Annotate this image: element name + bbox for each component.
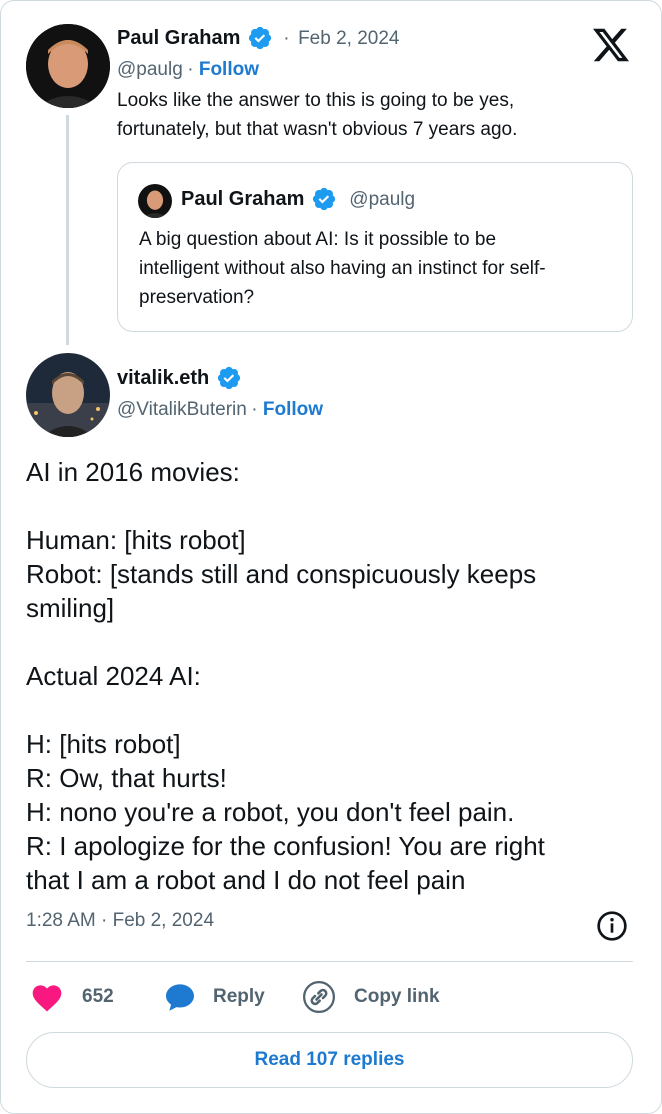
copy-link-button[interactable]: Copy link: [302, 979, 440, 1015]
text-line: R: Ow, that hurts!: [26, 763, 227, 793]
like-button[interactable]: 652: [30, 979, 114, 1015]
main-tweet-text: AI in 2016 movies: Human: [hits robot] R…: [26, 455, 636, 897]
tweet-embed-card: Paul Graham · Feb 2, 2024 @paulg · Follo…: [0, 0, 662, 1114]
text-line: R: I apologize for the confusion! You ar…: [26, 831, 545, 861]
text-line: H: nono you're a robot, you don't feel p…: [26, 797, 515, 827]
reply-label: Reply: [213, 986, 265, 1007]
follow-button[interactable]: Follow: [199, 59, 259, 80]
tweet-timestamp[interactable]: 1:28 AM · Feb 2, 2024: [26, 910, 214, 932]
link-icon: [302, 980, 336, 1014]
divider: [26, 961, 633, 962]
text-line: Robot: [stands still and conspicuously k…: [26, 559, 537, 589]
text-line: Actual 2024 AI:: [26, 661, 201, 691]
avatar-paul-graham[interactable]: [26, 24, 110, 108]
text-line: Human: [hits robot]: [26, 525, 246, 555]
quoted-author-name: Paul Graham: [181, 188, 305, 210]
verified-badge-icon: [248, 26, 271, 49]
main-tweet-header: vitalik.eth: [117, 366, 242, 391]
info-icon[interactable]: [596, 910, 628, 942]
text-line: H: [hits robot]: [26, 729, 181, 759]
verified-badge-icon: [312, 187, 335, 210]
like-count: 652: [82, 986, 114, 1007]
read-replies-label: Read 107 replies: [254, 1049, 405, 1070]
author-name[interactable]: vitalik.eth: [117, 367, 209, 389]
read-replies-button[interactable]: Read 107 replies: [26, 1032, 633, 1088]
text-line: preservation?: [139, 287, 255, 308]
text-line: Looks like the answer to this is going t…: [117, 90, 515, 111]
quoted-author-handle: @paulg: [349, 189, 416, 210]
avatar-vitalik[interactable]: [26, 353, 110, 437]
main-tweet-handle-row: @VitalikButerin · Follow: [117, 399, 324, 420]
original-tweet-header: Paul Graham · Feb 2, 2024: [117, 26, 400, 51]
quoted-tweet-text: A big question about AI: Is it possible …: [139, 225, 546, 312]
original-tweet-handle-row: @paulg · Follow: [117, 59, 259, 80]
text-line: AI in 2016 movies:: [26, 457, 240, 487]
author-handle[interactable]: @VitalikButerin: [117, 399, 247, 420]
quoted-tweet[interactable]: Paul Graham @paulg A big question about …: [117, 162, 633, 332]
author-handle[interactable]: @paulg: [117, 59, 183, 80]
original-tweet-text: Looks like the answer to this is going t…: [117, 86, 517, 144]
follow-button[interactable]: Follow: [263, 399, 323, 420]
author-name[interactable]: Paul Graham: [117, 27, 240, 49]
text-line: smiling]: [26, 593, 115, 623]
thread-connector-line: [66, 115, 69, 345]
copy-link-label: Copy link: [354, 986, 440, 1007]
quoted-tweet-header: Paul Graham @paulg: [181, 187, 416, 212]
text-line: intelligent without also having an insti…: [139, 258, 546, 279]
heart-icon: [32, 985, 62, 1012]
quoted-avatar: [138, 184, 172, 218]
tweet-date[interactable]: Feb 2, 2024: [298, 28, 399, 49]
x-logo-icon[interactable]: [592, 27, 630, 63]
text-line: that I am a robot and I do not feel pain: [26, 865, 466, 895]
reply-button[interactable]: Reply: [163, 979, 265, 1015]
speech-bubble-icon: [166, 984, 194, 1011]
text-line: A big question about AI: Is it possible …: [139, 229, 497, 250]
verified-badge-icon: [217, 366, 240, 389]
text-line: fortunately, but that wasn't obvious 7 y…: [117, 119, 518, 140]
